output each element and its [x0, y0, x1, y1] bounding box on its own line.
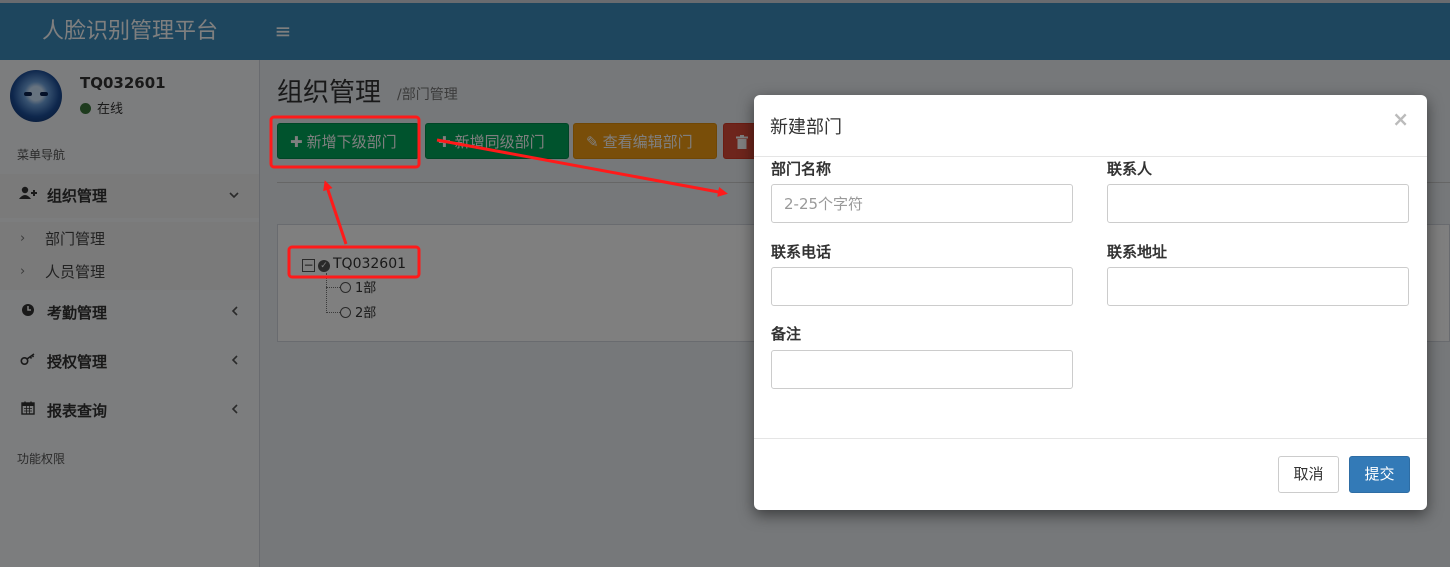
dept-name-label: 部门名称 [771, 160, 832, 178]
dept-name-input[interactable] [771, 184, 1073, 223]
modal-divider [754, 438, 1427, 439]
cancel-button[interactable]: 取消 [1278, 456, 1339, 493]
submit-button[interactable]: 提交 [1349, 456, 1410, 493]
contact-label: 联系人 [1107, 160, 1153, 178]
phone-label: 联系电话 [771, 243, 832, 261]
modal-divider [754, 156, 1427, 157]
contact-input[interactable] [1107, 184, 1409, 223]
address-label: 联系地址 [1107, 243, 1168, 261]
modal-title: 新建部门 [770, 117, 842, 138]
remark-input[interactable] [771, 350, 1073, 389]
address-input[interactable] [1107, 267, 1409, 306]
remark-label: 备注 [771, 325, 802, 343]
phone-input[interactable] [771, 267, 1073, 306]
new-dept-modal: 新建部门 × 部门名称 联系人 联系电话 联系地址 备注 取消 提交 [754, 95, 1427, 510]
close-icon[interactable]: × [1392, 107, 1409, 131]
